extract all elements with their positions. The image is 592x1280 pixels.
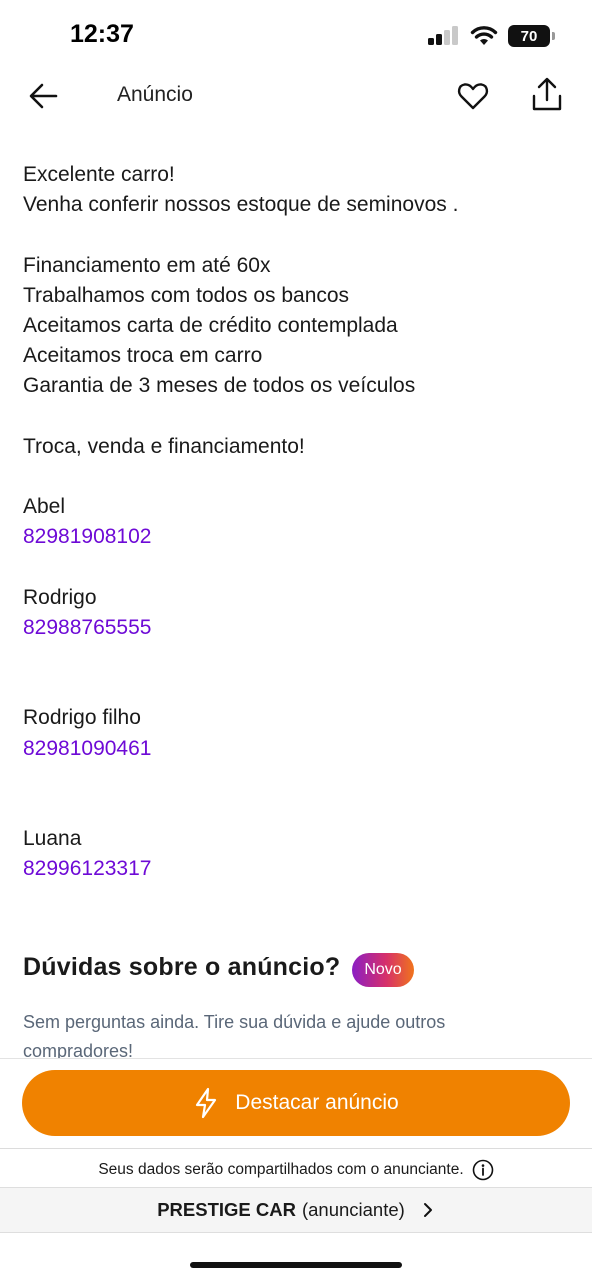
divider — [0, 1148, 592, 1149]
heart-icon[interactable] — [456, 79, 490, 113]
feature-line: Garantia de 3 meses de todos os veículos — [23, 374, 416, 398]
wifi-icon — [470, 26, 498, 45]
highlight-ad-label: Destacar anúncio — [235, 1091, 399, 1114]
status-time: 12:37 — [70, 20, 134, 48]
battery-indicator: 70 — [508, 25, 555, 47]
contact-name: Rodrigo — [23, 585, 97, 609]
info-icon[interactable] — [472, 1159, 494, 1181]
ad-description: Excelente carro! Venha conferir nossos e… — [23, 160, 573, 885]
feature-line: Financiamento em até 60x — [23, 253, 271, 277]
nav-bar: Anúncio — [0, 68, 592, 124]
battery-level: 70 — [520, 27, 538, 45]
contact-phone-link[interactable]: 82996123317 — [23, 854, 573, 884]
contact-name: Abel — [23, 495, 66, 519]
page-title: Anúncio — [117, 83, 193, 106]
feature-line: Aceitamos carta de crédito contemplada — [23, 313, 398, 337]
feature-line: Trabalhamos com todos os bancos — [23, 283, 350, 307]
data-sharing-text: Seus dados serão compartilhados com o an… — [98, 1161, 464, 1178]
seller-role: (anunciante) — [301, 1199, 405, 1220]
contact-phone-link[interactable]: 82988765555 — [23, 613, 573, 643]
home-indicator — [190, 1262, 402, 1268]
contact-phone-link[interactable]: 82981908102 — [23, 522, 573, 552]
contact-name: Luana — [23, 827, 82, 851]
cellular-signal-icon — [428, 26, 458, 45]
contact-phone-link[interactable]: 82981090461 — [23, 734, 573, 764]
lightning-bolt-icon — [196, 1087, 217, 1119]
description-line: Venha conferir nossos estoque de seminov… — [23, 193, 459, 217]
description-line: Excelente carro! — [23, 163, 175, 186]
seller-link[interactable]: PRESTIGE CAR (anunciante) — [0, 1187, 592, 1233]
questions-heading: Dúvidas sobre o anúncio? — [23, 953, 341, 981]
bottom-panel: Destacar anúncio Seus dados serão compar… — [0, 1059, 592, 1280]
contact-name: Rodrigo filho — [23, 706, 141, 730]
new-badge: Novo — [352, 953, 414, 987]
data-sharing-note: Seus dados serão compartilhados com o an… — [0, 1157, 592, 1183]
seller-name: PRESTIGE CAR — [157, 1199, 296, 1220]
feature-line: Aceitamos troca em carro — [23, 344, 263, 368]
status-bar: 12:37 70 — [0, 0, 592, 68]
share-icon[interactable] — [530, 76, 564, 114]
back-arrow-icon[interactable] — [26, 80, 62, 112]
tagline: Troca, venda e financiamento! — [23, 434, 305, 458]
chevron-right-icon — [423, 1203, 432, 1217]
status-icons: 70 — [428, 22, 555, 50]
highlight-ad-button[interactable]: Destacar anúncio — [22, 1070, 570, 1136]
